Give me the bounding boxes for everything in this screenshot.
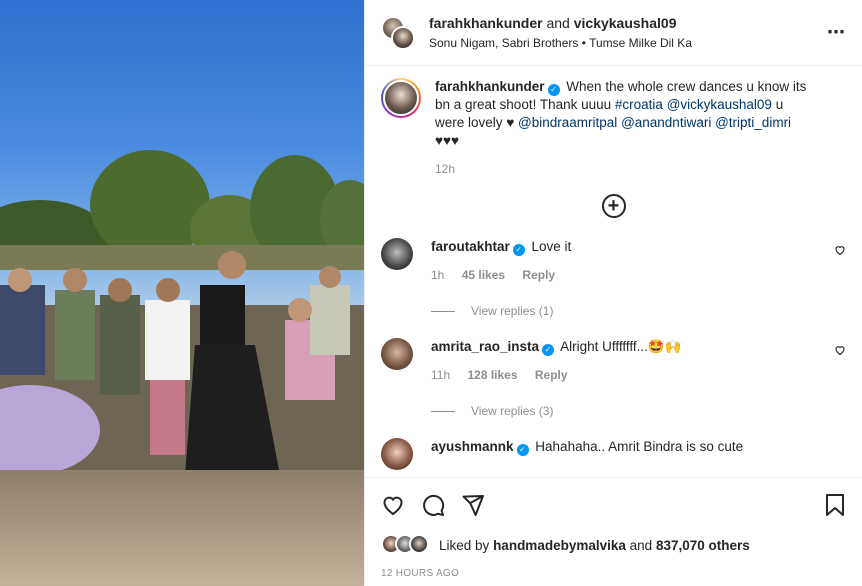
more-options-icon[interactable]: ⋯	[827, 22, 846, 43]
view-replies-label: View replies (3)	[471, 404, 554, 418]
comment-item: faroutakhtar ✓ Love it 1h 45 likes Reply	[381, 238, 846, 282]
mention-link[interactable]: @vickykaushal09	[667, 97, 772, 112]
view-replies-label: View replies (1)	[471, 304, 554, 318]
caption-username[interactable]: farahkhankunder	[435, 79, 545, 94]
save-bookmark-icon[interactable]	[824, 493, 846, 517]
caption-text-3: ♥♥♥	[435, 133, 460, 148]
commenter-avatar[interactable]	[381, 438, 413, 470]
view-replies-button[interactable]: View replies (3)	[431, 404, 846, 418]
caption: farahkhankunder ✓ When the whole crew dan…	[381, 78, 846, 176]
post-timestamp[interactable]: 12 HOURS AGO	[381, 568, 846, 579]
share-send-icon[interactable]	[461, 493, 485, 517]
comment-item: amrita_rao_insta ✓ Alright Ufffffff...🤩🙌 …	[381, 338, 846, 382]
caption-meta: 12h	[435, 162, 815, 176]
collab-avatars[interactable]	[381, 15, 415, 50]
comment-meta: 11h 128 likes Reply	[431, 368, 846, 382]
verified-badge-icon: ✓	[542, 344, 555, 356]
likes-summary: Liked by handmadebymalvika and 837,070 o…	[381, 534, 846, 556]
ground	[0, 470, 364, 586]
caption-avatar[interactable]	[381, 78, 421, 118]
verified-badge-icon: ✓	[516, 444, 529, 456]
liked-by-and: and	[629, 537, 653, 553]
caption-text: farahkhankunder ✓ When the whole crew dan…	[435, 78, 815, 150]
avatar	[409, 534, 429, 554]
likes-count[interactable]: 837,070 others	[656, 538, 750, 553]
collab-names: farahkhankunder and vickykaushal09	[429, 15, 692, 31]
liked-by-prefix: Liked by	[439, 537, 490, 553]
post-actions: Liked by handmadebymalvika and 837,070 o…	[365, 477, 862, 586]
comment-bubble-icon[interactable]	[421, 493, 445, 517]
mention-link[interactable]: @bindraamritpal	[518, 115, 617, 130]
action-icons-row	[381, 478, 846, 532]
caption-time[interactable]: 12h	[435, 162, 455, 176]
audio-artists: Sonu Nigam, Sabri Brothers	[429, 36, 579, 50]
audio-separator: •	[581, 36, 586, 50]
reply-button[interactable]: Reply	[522, 268, 555, 282]
header-text: farahkhankunder and vickykaushal09 Sonu …	[429, 15, 692, 50]
mention-link[interactable]: @anandntiwari	[621, 115, 711, 130]
like-heart-icon[interactable]	[381, 493, 405, 517]
liked-by-user[interactable]: handmadebymalvika	[493, 538, 626, 553]
header-username-2[interactable]: vickykaushal09	[574, 15, 677, 31]
reply-button[interactable]: Reply	[535, 368, 568, 382]
comment-text: Love it	[531, 239, 572, 254]
audio-title: Tumse Milke Dil Ka	[589, 36, 692, 50]
comment-time[interactable]: 11h	[431, 368, 450, 382]
comment-likes[interactable]: 128 likes	[467, 368, 517, 382]
comment-like-heart-icon[interactable]	[834, 244, 846, 259]
comment-likes[interactable]: 45 likes	[462, 268, 505, 282]
post-header: farahkhankunder and vickykaushal09 Sonu …	[365, 0, 862, 66]
comment-item: ayushmannk ✓ Hahahaha.. Amrit Bindra is s…	[381, 438, 846, 470]
avatar	[391, 25, 415, 50]
comment-username[interactable]: ayushmannk	[431, 439, 514, 454]
audio-info[interactable]: Sonu Nigam, Sabri Brothers • Tumse Milke…	[429, 36, 692, 50]
comment-text: Hahahaha.. Amrit Bindra is so cute	[535, 439, 744, 454]
likers-avatars[interactable]	[381, 534, 435, 556]
header-username-1[interactable]: farahkhankunder	[429, 15, 543, 31]
comments-section[interactable]: farahkhankunder ✓ When the whole crew dan…	[365, 66, 862, 477]
comment-username[interactable]: faroutakhtar	[431, 239, 510, 254]
crowd-people	[0, 251, 364, 485]
view-replies-button[interactable]: View replies (1)	[431, 304, 846, 318]
comment-time[interactable]: 1h	[431, 268, 444, 282]
header-conjunction: and	[546, 15, 570, 31]
commenter-avatar[interactable]	[381, 338, 413, 370]
post-side-panel: farahkhankunder and vickykaushal09 Sonu …	[364, 0, 862, 586]
post-media[interactable]	[0, 0, 364, 586]
hashtag-link[interactable]: #croatia	[615, 97, 663, 112]
comment-like-heart-icon[interactable]	[834, 344, 846, 359]
verified-badge-icon: ✓	[547, 84, 560, 96]
comment-text: Alright Ufffffff...🤩🙌	[560, 339, 682, 354]
comment-meta: 1h 45 likes Reply	[431, 268, 846, 282]
commenter-avatar[interactable]	[381, 238, 413, 270]
verified-badge-icon: ✓	[512, 244, 525, 256]
comment-username[interactable]: amrita_rao_insta	[431, 339, 539, 354]
load-more-comments-button[interactable]: +	[601, 194, 626, 218]
mention-link[interactable]: @tripti_dimri	[715, 115, 791, 130]
